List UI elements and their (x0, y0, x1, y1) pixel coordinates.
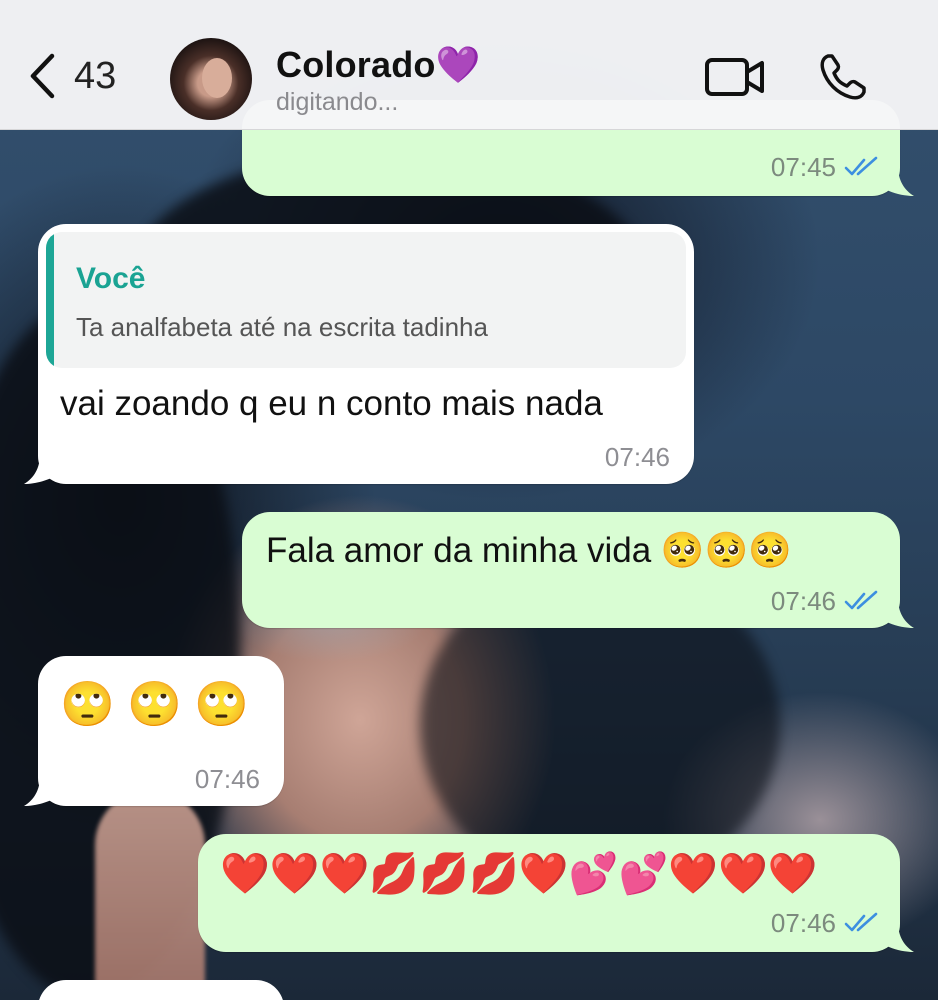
chat-header: 43 Colorado💜 digitando... (0, 0, 938, 130)
back-button[interactable]: 43 (28, 52, 116, 100)
message-bubble-outgoing[interactable]: ❤️❤️❤️💋💋💋❤️💕💕❤️❤️❤️ 07:46 (198, 834, 914, 952)
double-check-icon (844, 590, 878, 610)
double-check-icon (844, 912, 878, 932)
bubble-tail (880, 598, 914, 628)
bubble-tail (880, 922, 914, 952)
video-call-icon[interactable] (704, 56, 766, 98)
typing-status: digitando... (276, 88, 399, 116)
unread-count: 43 (74, 54, 117, 97)
chevron-left-icon (30, 53, 55, 99)
double-check-icon (844, 156, 878, 176)
message-bubble-outgoing[interactable]: Fala amor da minha vida 🥺🥺🥺 07:46 (242, 512, 914, 628)
message-time: 07:46 (194, 764, 260, 794)
message-text: ❤️❤️❤️💋💋💋❤️💕💕❤️❤️❤️ (220, 852, 818, 896)
message-time: 07:46 (770, 586, 836, 616)
phone-icon[interactable] (818, 52, 868, 102)
message-text: 🙄 🙄 🙄 (60, 680, 249, 729)
contact-name[interactable]: Colorado💜 (276, 44, 481, 86)
bubble-tail (24, 776, 58, 806)
avatar-face (202, 58, 232, 98)
message-bubble-incoming[interactable]: 🙄 🙄 🙄 07:46 (24, 656, 284, 806)
avatar[interactable] (170, 38, 252, 120)
quote-text: Ta analfabeta até na escrita tadinha (76, 312, 488, 342)
quoted-message[interactable]: Você Ta analfabeta até na escrita tadinh… (46, 232, 686, 368)
message-bubble-incoming[interactable]: Você Ta analfabeta até na escrita tadinh… (24, 224, 694, 484)
bubble-tail (880, 166, 914, 196)
message-time: 07:46 (770, 908, 836, 938)
message-time: 07:45 (770, 152, 836, 182)
message-text: vai zoando q eu n conto mais nada (60, 384, 603, 423)
quote-accent-bar (46, 232, 54, 368)
bubble-tail (24, 454, 58, 484)
message-text: Fala amor da minha vida 🥺🥺🥺 (266, 531, 792, 570)
message-bubble-incoming-partial[interactable] (38, 980, 284, 1000)
quote-author: Você (76, 262, 146, 295)
wallpaper-hand (95, 790, 205, 1000)
message-time: 07:46 (604, 442, 670, 472)
